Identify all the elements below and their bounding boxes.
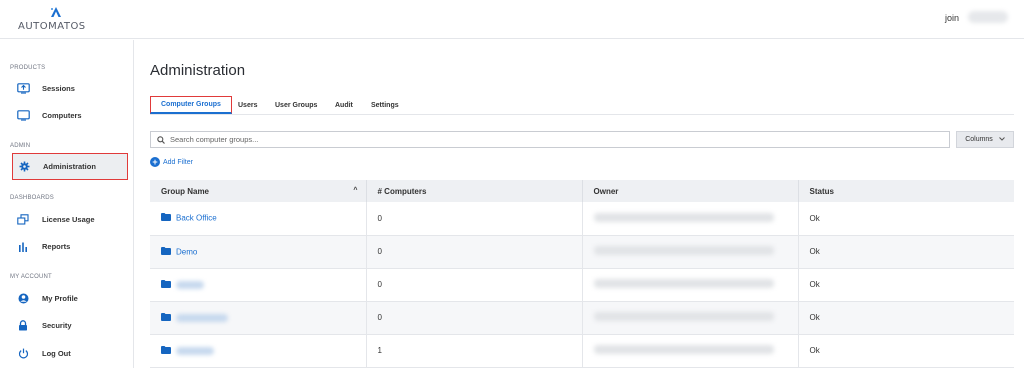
group-name-redacted[interactable]: [176, 346, 214, 355]
monitor-icon: [12, 110, 34, 121]
user-name[interactable]: join: [945, 13, 959, 23]
lock-icon: [12, 320, 34, 331]
sidebar-item-my-profile[interactable]: My Profile: [12, 285, 128, 312]
status-cell: Ok: [798, 235, 1014, 269]
bar-chart-icon: [12, 242, 34, 252]
sidebar-item-label: Log Out: [42, 349, 71, 358]
sort-asc-icon[interactable]: ^: [353, 187, 357, 194]
automatos-logo-icon: [51, 7, 61, 17]
sidebar-item-label: Administration: [43, 162, 96, 171]
computer-count: 1: [366, 334, 583, 368]
top-bar: AUTOMATOS join: [0, 0, 1024, 39]
columns-label: Columns: [965, 136, 993, 143]
status-cell: Ok: [798, 334, 1014, 368]
user-avatar[interactable]: [968, 11, 1008, 23]
owner-redacted: [593, 212, 774, 222]
search-icon: [157, 131, 165, 149]
chevron-down-icon: [998, 136, 1005, 143]
page-title: Administration: [150, 62, 246, 79]
folder-icon: [161, 345, 171, 356]
sidebar: PRODUCTS Sessions Computers ADMIN Admini…: [0, 40, 134, 368]
computer-count: 0: [366, 202, 583, 236]
table-row[interactable]: 0 Ok: [150, 268, 1014, 302]
column-header-computers[interactable]: # Computers: [366, 180, 583, 202]
column-header-status[interactable]: Status: [798, 180, 1014, 202]
gear-icon: [13, 161, 35, 172]
table-row[interactable]: 1 Ok: [150, 334, 1014, 368]
user-circle-icon: [12, 293, 34, 304]
tab-bar: Computer Groups Users User Groups Audit …: [150, 96, 1014, 115]
sidebar-item-license-usage[interactable]: License Usage: [12, 206, 128, 233]
folder-icon: [161, 246, 171, 257]
section-label-admin: ADMIN: [10, 143, 31, 149]
section-label-dashboards: DASHBOARDS: [10, 195, 55, 201]
table-row[interactable]: Demo 0 Ok: [150, 235, 1014, 269]
sidebar-item-label: Security: [42, 321, 72, 330]
sidebar-item-label: Computers: [42, 111, 82, 120]
status-cell: Ok: [798, 202, 1014, 236]
sidebar-item-administration[interactable]: Administration: [12, 153, 128, 180]
tab-computer-groups[interactable]: Computer Groups: [150, 96, 232, 114]
computer-count: 0: [366, 268, 583, 302]
owner-redacted: [593, 279, 774, 288]
logo-text: AUTOMATOS: [18, 21, 86, 32]
folder-icon: [161, 213, 171, 223]
group-name-link[interactable]: Back Office: [176, 214, 217, 223]
table-row[interactable]: Back Office 0 Ok: [150, 202, 1014, 236]
computer-count: 0: [366, 235, 583, 269]
sidebar-item-log-out[interactable]: Log Out: [12, 340, 128, 367]
column-header-group-name[interactable]: Group Name ^: [150, 180, 367, 202]
sidebar-item-security[interactable]: Security: [12, 312, 128, 339]
group-name-redacted[interactable]: [176, 280, 204, 289]
tab-audit[interactable]: Audit: [325, 96, 363, 114]
sidebar-item-label: License Usage: [42, 215, 95, 224]
folder-icon: [161, 312, 171, 323]
columns-button[interactable]: Columns: [956, 131, 1014, 148]
status-cell: Ok: [798, 301, 1014, 335]
tab-settings[interactable]: Settings: [361, 96, 409, 114]
owner-redacted: [593, 345, 774, 354]
screen-arrow-icon: [12, 83, 34, 94]
sidebar-item-sessions[interactable]: Sessions: [12, 75, 128, 102]
section-label-products: PRODUCTS: [10, 65, 46, 71]
sidebar-item-label: Reports: [42, 242, 71, 251]
search-box: [150, 131, 950, 148]
sidebar-item-label: Sessions: [42, 84, 75, 93]
computer-count: 0: [366, 301, 583, 335]
logo[interactable]: AUTOMATOS: [18, 6, 92, 34]
tab-user-groups[interactable]: User Groups: [265, 96, 327, 114]
folder-icon: [161, 279, 171, 290]
table-header-row: Group Name ^ # Computers Owner Status: [150, 180, 1014, 202]
group-name-redacted[interactable]: [176, 313, 228, 322]
column-header-owner[interactable]: Owner: [582, 180, 799, 202]
owner-redacted: [593, 246, 774, 255]
add-filter-label: Add Filter: [163, 158, 193, 166]
status-cell: Ok: [798, 268, 1014, 302]
add-filter-button[interactable]: + Add Filter: [150, 157, 193, 167]
sidebar-item-computers[interactable]: Computers: [12, 102, 128, 129]
sidebar-item-label: My Profile: [42, 294, 78, 303]
license-icon: [12, 214, 34, 225]
owner-redacted: [593, 312, 774, 321]
table-row[interactable]: 0 Ok: [150, 301, 1014, 335]
tab-users[interactable]: Users: [228, 96, 267, 114]
section-label-my-account: MY ACCOUNT: [10, 274, 52, 280]
sidebar-item-reports[interactable]: Reports: [12, 233, 128, 260]
power-icon: [12, 348, 34, 359]
computer-groups-table: Group Name ^ # Computers Owner Status Bac…: [150, 180, 1014, 368]
search-input[interactable]: [170, 135, 870, 144]
plus-circle-icon: +: [150, 157, 160, 167]
group-name-link[interactable]: Demo: [176, 247, 197, 256]
